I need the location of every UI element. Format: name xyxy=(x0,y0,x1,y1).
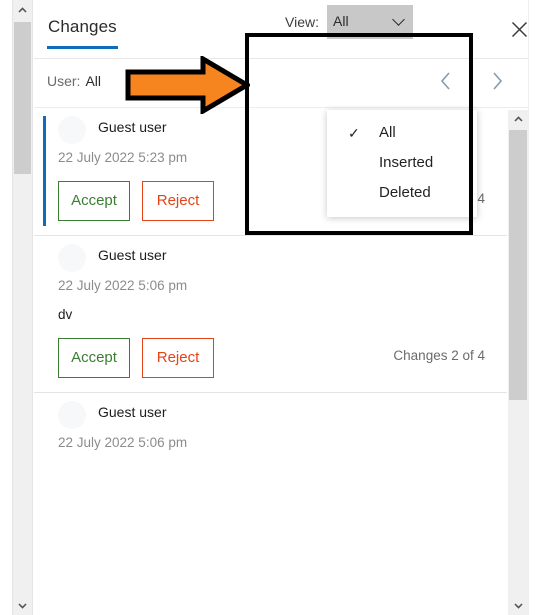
change-counter: Changes 2 of 4 xyxy=(393,348,485,363)
view-option-label: Inserted xyxy=(379,154,434,171)
view-option-all[interactable]: ✓ All xyxy=(327,118,477,148)
document-scrollbar-thumb[interactable] xyxy=(14,22,31,174)
changes-toolbar: User: All xyxy=(34,59,545,108)
view-filter-value: All xyxy=(333,13,349,29)
view-filter-dropdown-menu[interactable]: ✓ All Inserted Deleted xyxy=(327,110,477,217)
change-header: Guest user xyxy=(46,393,489,433)
annotation-arrow-icon xyxy=(125,54,252,116)
page-title: Changes xyxy=(48,17,117,36)
pane-right-edge xyxy=(528,0,545,615)
list-item[interactable]: Guest user 22 July 2022 5:06 pm dv Accep… xyxy=(34,236,507,393)
change-timestamp: 22 July 2022 5:06 pm xyxy=(58,278,188,293)
change-author: Guest user xyxy=(98,404,167,420)
view-option-inserted[interactable]: Inserted xyxy=(327,148,477,178)
view-option-label: All xyxy=(379,124,396,141)
change-header: Guest user xyxy=(46,236,489,276)
changes-pane-scrollbar[interactable] xyxy=(508,110,528,615)
user-filter-value: All xyxy=(85,73,102,89)
changes-review-pane: Changes User: All View: All Guest user 2… xyxy=(34,0,545,615)
change-body-text: dv xyxy=(58,307,73,322)
list-item[interactable]: Guest user 22 July 2022 5:06 pm xyxy=(34,393,507,476)
user-filter[interactable]: User: All xyxy=(47,73,101,89)
view-filter-label: View: xyxy=(285,14,319,30)
accept-button[interactable]: Accept xyxy=(58,181,130,221)
pane-scrollbar-thumb[interactable] xyxy=(509,130,527,400)
view-option-deleted[interactable]: Deleted xyxy=(327,178,477,208)
pane-scroll-up-arrow[interactable] xyxy=(508,110,528,128)
reject-button[interactable]: Reject xyxy=(142,181,214,221)
change-timestamp: 22 July 2022 5:06 pm xyxy=(58,435,188,450)
change-author: Guest user xyxy=(98,247,167,263)
avatar xyxy=(58,116,86,144)
avatar xyxy=(58,401,86,429)
chevron-down-icon xyxy=(393,14,405,26)
document-vertical-scrollbar[interactable] xyxy=(12,0,33,615)
document-scroll-down-arrow[interactable] xyxy=(13,596,32,615)
next-change-button[interactable] xyxy=(482,70,512,100)
user-filter-label: User: xyxy=(47,73,81,89)
view-filter-select[interactable]: All xyxy=(327,5,413,39)
change-item-spacer xyxy=(46,450,489,476)
document-left-gutter xyxy=(0,0,12,615)
change-author: Guest user xyxy=(98,119,167,135)
check-icon: ✓ xyxy=(348,125,360,141)
accept-button[interactable]: Accept xyxy=(58,338,130,378)
view-option-label: Deleted xyxy=(379,184,431,201)
previous-change-button[interactable] xyxy=(430,70,460,100)
active-tab-indicator xyxy=(47,46,118,49)
change-actions: Accept Reject Changes 2 of 4 xyxy=(46,322,489,392)
pane-scroll-down-arrow[interactable] xyxy=(508,597,528,615)
reject-button[interactable]: Reject xyxy=(142,338,214,378)
document-scroll-up-arrow[interactable] xyxy=(13,0,32,19)
avatar xyxy=(58,244,86,272)
